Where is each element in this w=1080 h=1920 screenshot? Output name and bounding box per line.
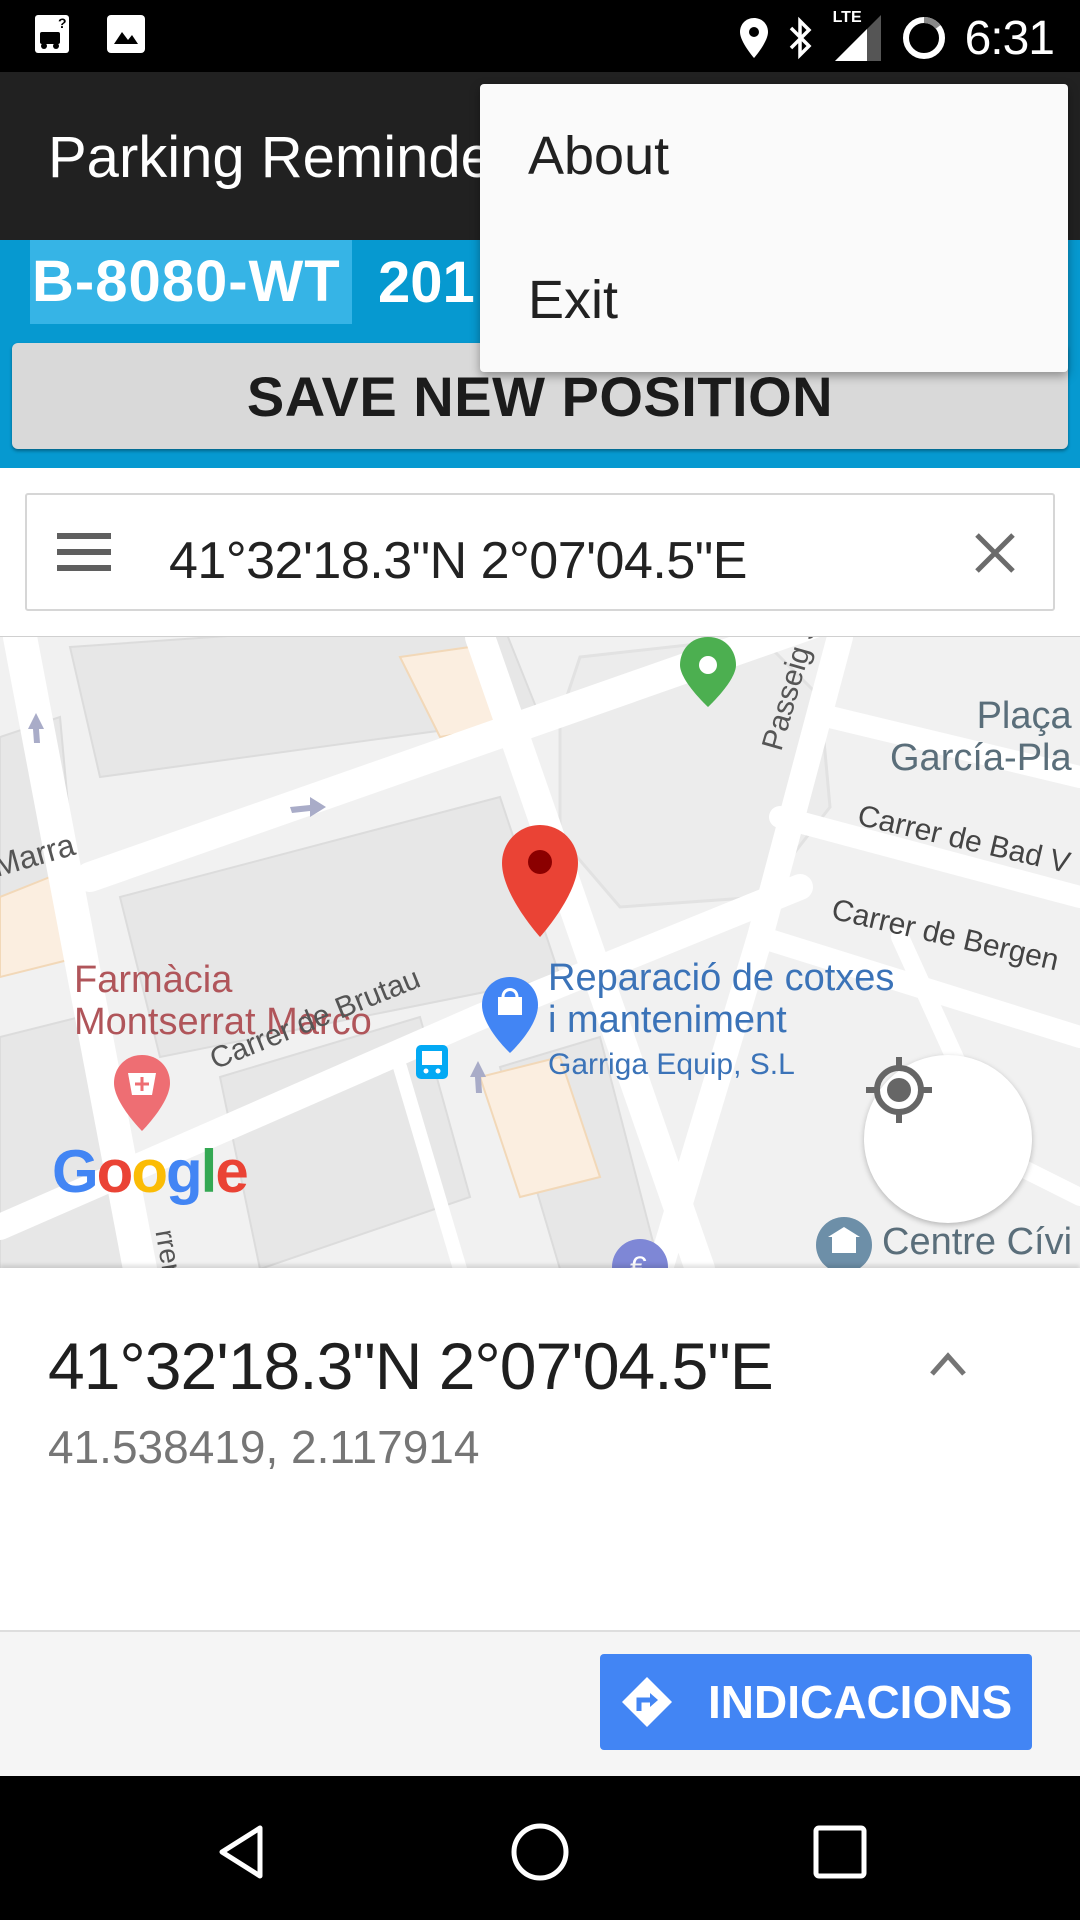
parking-app-notification-icon: ?: [35, 15, 69, 53]
map-label-centre-civic: Centre Cívi: [882, 1221, 1073, 1263]
google-logo-letter: G: [52, 1138, 99, 1205]
directions-button[interactable]: INDICACIONS: [600, 1654, 1032, 1750]
home-button[interactable]: [500, 1812, 580, 1892]
repair-company: Garriga Equip, S.L: [548, 1048, 795, 1081]
pharmacy-name-line1: Farmàcia: [74, 959, 233, 1001]
google-logo: Google: [52, 1137, 249, 1206]
image-notification-icon: [107, 15, 145, 53]
place-info-sheet[interactable]: 41°32'18.3"N 2°07'04.5"E 41.538419, 2.11…: [0, 1268, 1080, 1630]
map[interactable]: € Marra Farmàcia Montserrat Marco Repara…: [0, 636, 1080, 1268]
google-logo-letter: o: [96, 1138, 134, 1205]
overflow-menu: About Exit: [480, 84, 1068, 372]
repair-name-line2: i manteniment: [548, 999, 787, 1041]
map-label-placa: Plaça García-Pla: [890, 695, 1072, 779]
place-coordinates-decimal: 41.538419, 2.117914: [48, 1421, 480, 1473]
lte-signal-icon: LTE: [833, 9, 883, 63]
chevron-up-icon[interactable]: [920, 1336, 976, 1392]
my-location-button[interactable]: [864, 1055, 1032, 1223]
battery-icon: [902, 17, 945, 59]
map-label-repair-shop: Reparació de cotxes i manteniment Garrig…: [548, 957, 894, 1086]
svg-text:?: ?: [58, 15, 67, 31]
civic-centre-pin[interactable]: [816, 1217, 872, 1268]
crosshair-location-icon: [866, 1057, 932, 1123]
location-icon: [739, 18, 768, 58]
hamburger-menu-icon[interactable]: [57, 533, 111, 573]
system-nav-bar: [0, 1776, 1080, 1920]
status-bar: ? LTE 6:31: [0, 0, 1080, 72]
google-logo-letter: e: [215, 1138, 248, 1205]
recents-button[interactable]: [800, 1812, 880, 1892]
google-logo-letter: l: [200, 1138, 218, 1205]
place-coordinates-dms: 41°32'18.3"N 2°07'04.5"E: [48, 1329, 774, 1403]
maps-view: 41°32'18.3"N 2°07'04.5"E € Marra Farmàci…: [0, 468, 1080, 1776]
parking-date: 201: [378, 249, 475, 315]
svg-text:€: €: [630, 1251, 647, 1268]
bus-stop-icon[interactable]: [416, 1045, 448, 1079]
directions-icon: [622, 1677, 672, 1727]
google-logo-letter: g: [165, 1138, 203, 1205]
app-title: Parking Reminder: [48, 125, 513, 190]
back-button[interactable]: [200, 1812, 280, 1892]
search-strip: 41°32'18.3"N 2°07'04.5"E: [0, 468, 1080, 636]
menu-item-about[interactable]: About: [480, 84, 1068, 228]
placa-line1: Plaça: [976, 695, 1072, 737]
clock: 6:31: [964, 11, 1055, 65]
search-box[interactable]: 41°32'18.3"N 2°07'04.5"E: [25, 493, 1055, 611]
directions-label: INDICACIONS: [708, 1676, 1013, 1728]
menu-item-exit[interactable]: Exit: [480, 228, 1068, 372]
bluetooth-icon: [789, 16, 812, 60]
search-input[interactable]: 41°32'18.3"N 2°07'04.5"E: [169, 531, 747, 591]
plate-row: B-8080-WT 201: [30, 240, 475, 324]
directions-bar: INDICACIONS: [0, 1630, 1080, 1776]
google-logo-letter: o: [131, 1138, 168, 1205]
license-plate[interactable]: B-8080-WT: [30, 240, 352, 324]
placa-line2: García-Pla: [890, 737, 1072, 779]
close-icon[interactable]: [967, 525, 1023, 581]
shopping-pin[interactable]: [482, 977, 538, 1053]
repair-name-line1: Reparació de cotxes: [548, 957, 895, 999]
